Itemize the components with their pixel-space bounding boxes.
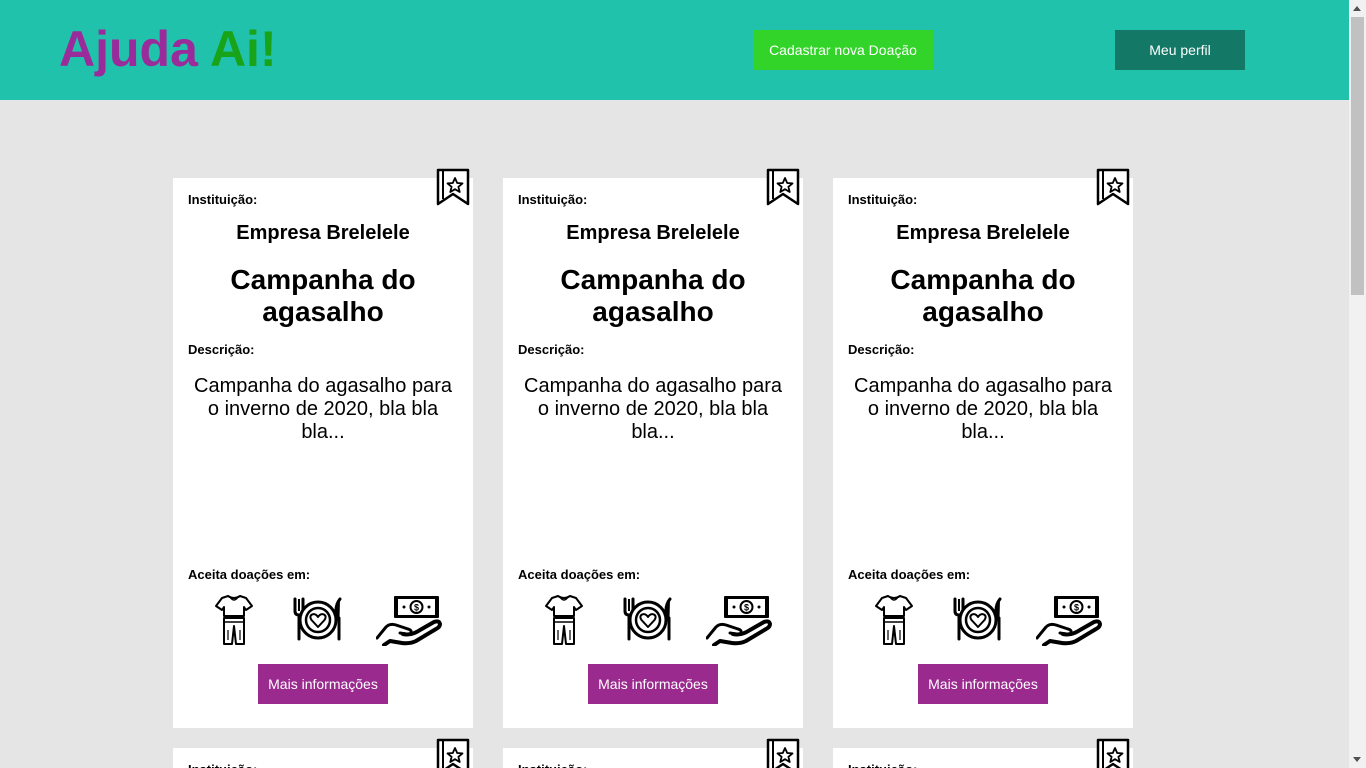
donation-card: Instituição:	[503, 748, 803, 768]
scroll-up-arrow-icon[interactable]	[1353, 6, 1361, 11]
bookmark-star-icon[interactable]	[1095, 738, 1131, 768]
institution-label: Instituição:	[188, 762, 257, 768]
institution-label: Instituição:	[518, 762, 587, 768]
page-scrollbar[interactable]	[1349, 0, 1366, 768]
top-header: Ajuda Ai! Cadastrar nova Doação Meu perf…	[0, 0, 1349, 100]
logo-text-part2: Ai!	[209, 21, 277, 77]
accepted-donations	[173, 593, 473, 648]
money-icon	[706, 594, 772, 646]
campaign-description: Campanha do agasalho para o inverno de 2…	[194, 375, 452, 443]
logo-text-part1: Ajuda	[59, 21, 198, 77]
clothes-icon	[214, 594, 254, 646]
donation-card: Instituição: Empresa Brelelele Campanha …	[173, 178, 473, 728]
clothes-icon	[544, 594, 584, 646]
institution-name: Empresa Brelelele	[896, 222, 1070, 244]
food-icon	[621, 596, 675, 642]
campaign-title: Campanha do agasalho	[560, 264, 746, 327]
campaign-title: Campanha do agasalho	[230, 264, 416, 327]
description-label: Descrição:	[848, 342, 915, 357]
new-donation-button[interactable]: Cadastrar nova Doação	[753, 30, 933, 70]
scroll-down-arrow-icon[interactable]	[1353, 757, 1361, 762]
money-icon	[1036, 594, 1102, 646]
description-label: Descrição:	[188, 342, 255, 357]
donation-card: Instituição:	[173, 748, 473, 768]
app-logo[interactable]: Ajuda Ai!	[59, 20, 277, 78]
bookmark-star-icon[interactable]	[765, 168, 801, 206]
institution-label: Instituição:	[848, 762, 917, 768]
donation-card: Instituição: Empresa Brelelele Campanha …	[833, 178, 1133, 728]
institution-label: Instituição:	[188, 192, 258, 207]
donation-card: Instituição:	[833, 748, 1133, 768]
bookmark-star-icon[interactable]	[435, 738, 471, 768]
more-info-button[interactable]: Mais informações	[588, 664, 718, 704]
more-info-button[interactable]: Mais informações	[258, 664, 388, 704]
scrollbar-thumb[interactable]	[1351, 17, 1364, 295]
campaign-description: Campanha do agasalho para o inverno de 2…	[854, 375, 1112, 443]
food-icon	[951, 596, 1005, 642]
more-info-button[interactable]: Mais informações	[918, 664, 1048, 704]
clothes-icon	[874, 594, 914, 646]
description-label: Descrição:	[518, 342, 585, 357]
bookmark-star-icon[interactable]	[435, 168, 471, 206]
money-icon	[376, 594, 442, 646]
donation-card: Instituição: Empresa Brelelele Campanha …	[503, 178, 803, 728]
accepts-label: Aceita doações em:	[518, 567, 641, 582]
campaign-title: Campanha do agasalho	[890, 264, 1076, 327]
accepts-label: Aceita doações em:	[848, 567, 971, 582]
accepted-donations	[503, 593, 803, 648]
institution-name: Empresa Brelelele	[566, 222, 740, 244]
accepts-label: Aceita doações em:	[188, 567, 311, 582]
institution-label: Instituição:	[848, 192, 918, 207]
institution-name: Empresa Brelelele	[236, 222, 410, 244]
profile-button[interactable]: Meu perfil	[1115, 30, 1245, 70]
food-icon	[291, 596, 345, 642]
institution-label: Instituição:	[518, 192, 588, 207]
campaign-description: Campanha do agasalho para o inverno de 2…	[524, 375, 782, 443]
accepted-donations	[833, 593, 1133, 648]
bookmark-star-icon[interactable]	[1095, 168, 1131, 206]
bookmark-star-icon[interactable]	[765, 738, 801, 768]
